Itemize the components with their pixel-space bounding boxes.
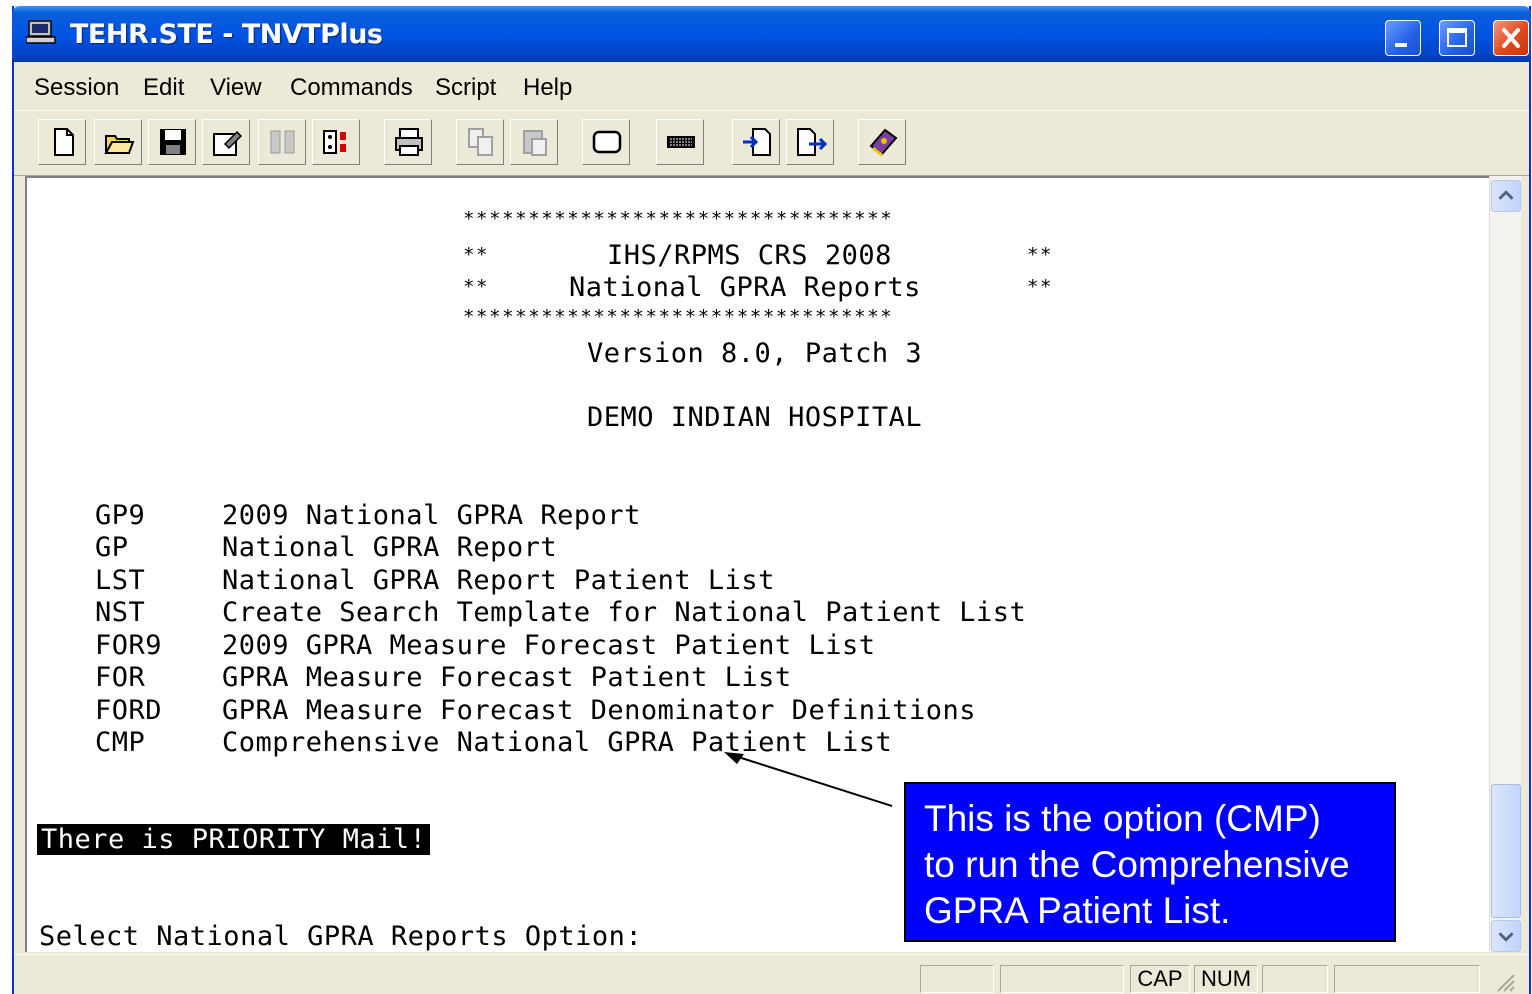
facility-name: DEMO INDIAN HOSPITAL	[587, 402, 923, 433]
option-label: Create Search Template for National Pati…	[222, 597, 1027, 628]
minimize-icon	[1395, 43, 1407, 47]
header-subtitle: National GPRA Reports	[569, 272, 921, 303]
menu-commands[interactable]: Commands	[290, 74, 413, 102]
chevron-down-icon	[1498, 932, 1514, 942]
option-label: GPRA Measure Forecast Patient List	[222, 662, 792, 693]
keypad-icon	[667, 136, 695, 148]
scroll-up-button[interactable]	[1491, 180, 1521, 212]
close-icon	[1502, 28, 1520, 48]
toolbar-send-file-button[interactable]	[786, 119, 834, 165]
toolbar	[14, 110, 1529, 176]
header-suffix-2: **	[1027, 276, 1054, 298]
toolbar-session-settings-button[interactable]	[258, 119, 306, 165]
header-stars-top: *********************************	[463, 208, 894, 230]
menu-script[interactable]: Script	[435, 74, 496, 102]
window-title: TEHR.STE - TNVTPlus	[70, 19, 383, 50]
toolbar-properties-button[interactable]	[202, 119, 250, 165]
toolbar-open-button[interactable]	[94, 119, 142, 165]
save-icon	[160, 129, 186, 155]
option-label: National GPRA Report Patient List	[222, 565, 775, 596]
open-icon	[104, 135, 135, 154]
option-code: GP9	[95, 500, 146, 531]
callout-line: GPRA Patient List.	[924, 890, 1231, 931]
priority-mail-notice: There is PRIORITY Mail!	[37, 824, 431, 855]
toolbar-blank-screen-button[interactable]	[582, 119, 630, 165]
chevron-up-icon	[1498, 190, 1514, 200]
option-code: FOR	[95, 662, 146, 693]
toolbar-keyboard-map-button[interactable]	[312, 119, 360, 165]
terminal-app-icon	[25, 20, 56, 44]
option-code: GP	[95, 532, 129, 563]
header-suffix-1: **	[1027, 244, 1054, 266]
header-stars-bottom: *********************************	[463, 306, 894, 328]
menu-session[interactable]: Session	[34, 74, 119, 102]
new-icon	[54, 128, 74, 156]
option-code: CMP	[95, 727, 146, 758]
close-button[interactable]	[1493, 20, 1529, 56]
receive-file-icon	[743, 128, 771, 156]
send-file-icon	[797, 128, 827, 156]
caps-lock-indicator: CAP	[1130, 965, 1190, 993]
option-code: NST	[95, 597, 146, 628]
menu-view[interactable]: View	[210, 74, 262, 102]
blank-screen-icon	[592, 130, 622, 154]
scroll-down-button[interactable]	[1491, 920, 1521, 952]
annotation-callout: This is the option (CMP) to run the Comp…	[904, 782, 1396, 942]
copy-icon	[468, 128, 493, 156]
help-book-icon	[869, 128, 898, 157]
option-code: LST	[95, 565, 146, 596]
toolbar-paste-button[interactable]	[510, 119, 558, 165]
option-prompt[interactable]: Select National GPRA Reports Option:	[39, 921, 642, 952]
option-label: 2009 National GPRA Report	[222, 500, 641, 531]
maximize-icon	[1447, 28, 1467, 47]
toolbar-receive-file-button[interactable]	[732, 119, 780, 165]
resize-grip-icon[interactable]	[1492, 969, 1516, 993]
version-line: Version 8.0, Patch 3	[587, 338, 923, 369]
toolbar-print-button[interactable]	[384, 119, 432, 165]
title-bar[interactable]: TEHR.STE - TNVTPlus	[12, 6, 1531, 62]
menu-edit[interactable]: Edit	[143, 74, 184, 102]
callout-line: to run the Comprehensive	[924, 844, 1350, 885]
option-label: 2009 GPRA Measure Forecast Patient List	[222, 630, 876, 661]
header-prefix-1: **	[463, 244, 490, 266]
status-pane	[920, 965, 994, 993]
status-pane	[1262, 965, 1328, 993]
keyboard-map-icon	[323, 130, 346, 154]
header-title: IHS/RPMS CRS 2008	[607, 240, 892, 271]
scroll-thumb[interactable]	[1491, 784, 1521, 918]
toolbar-keypad-button[interactable]	[656, 119, 704, 165]
menu-bar: Session Edit View Commands Script Help	[14, 64, 1529, 110]
vertical-scrollbar[interactable]	[1489, 176, 1521, 952]
status-pane	[1334, 965, 1480, 993]
num-lock-indicator: NUM	[1194, 965, 1258, 993]
status-bar: CAP NUM	[14, 954, 1529, 994]
option-label: GPRA Measure Forecast Denominator Defini…	[222, 695, 976, 726]
menu-help[interactable]: Help	[523, 74, 572, 102]
toolbar-save-button[interactable]	[148, 119, 196, 165]
toolbar-help-book-button[interactable]	[858, 119, 906, 165]
session-settings-icon	[270, 130, 295, 154]
maximize-button[interactable]	[1439, 20, 1475, 56]
option-code: FORD	[95, 695, 163, 726]
option-code: FOR9	[95, 630, 163, 661]
option-label: Comprehensive National GPRA Patient List	[222, 727, 893, 758]
toolbar-copy-button[interactable]	[456, 119, 504, 165]
minimize-button[interactable]	[1385, 20, 1421, 56]
print-icon	[395, 128, 423, 156]
properties-icon	[213, 130, 243, 156]
paste-icon	[523, 130, 547, 156]
header-prefix-2: **	[463, 276, 490, 298]
callout-line: This is the option (CMP)	[924, 798, 1321, 839]
status-pane	[1000, 965, 1124, 993]
option-label: National GPRA Report	[222, 532, 558, 563]
toolbar-new-button[interactable]	[38, 119, 86, 165]
